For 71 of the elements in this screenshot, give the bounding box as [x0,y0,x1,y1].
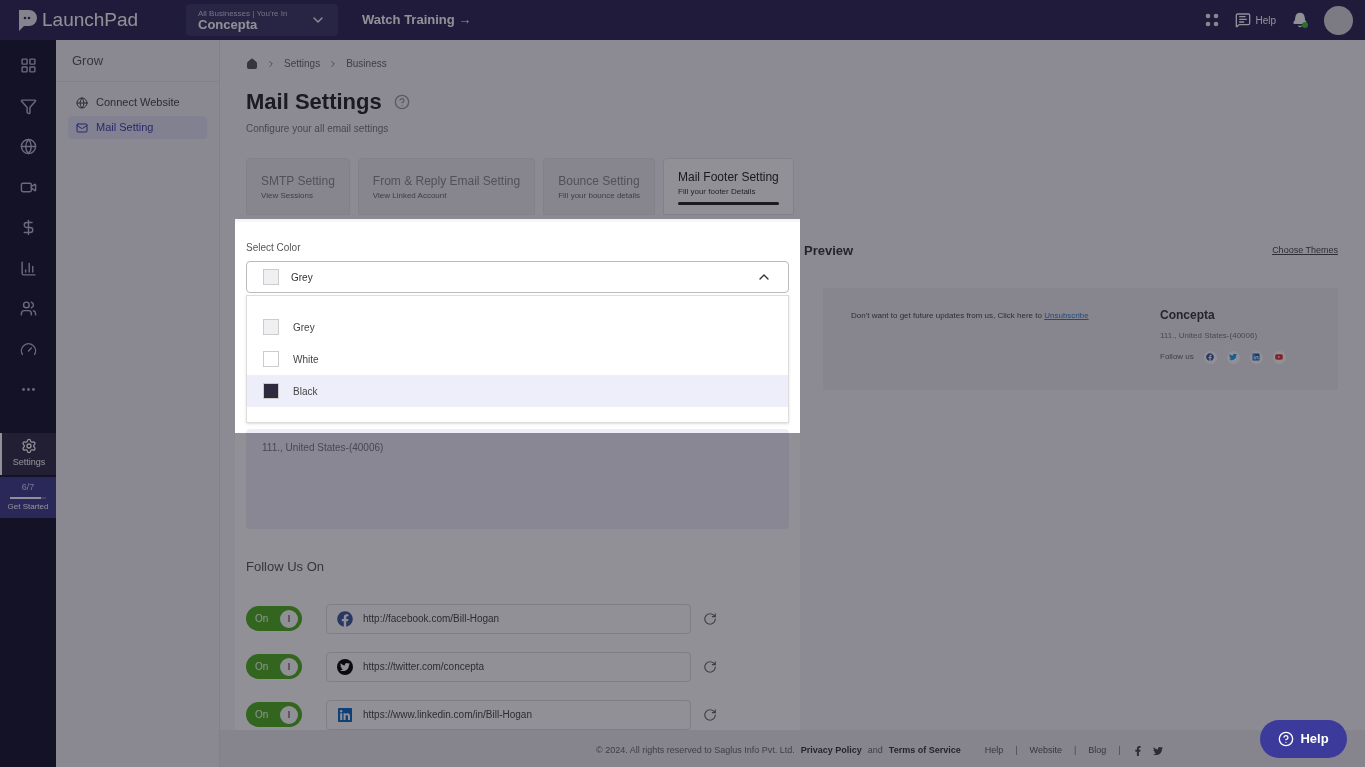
help-chat-button[interactable]: Help [1260,720,1347,758]
footer-link[interactable]: Blog [1088,743,1107,758]
refresh-icon[interactable] [703,611,717,626]
facebook-icon [1206,353,1215,361]
field-label: Select Color [246,241,302,255]
linkedin-icon [337,706,353,723]
settings-tab[interactable]: Mail Footer Setting Fill your footer Details [663,158,794,215]
sidebar-item[interactable]: Connect Website [68,91,207,114]
sidebar-item[interactable]: Mail Setting [68,116,207,139]
dropdown-option[interactable]: White [247,343,788,375]
bell-icon[interactable] [1292,12,1308,28]
globe-icon [76,96,88,109]
separator: | [1118,743,1121,757]
privacy-link[interactable]: Privacy Policy [800,743,862,758]
page-title: Mail Settings [246,88,382,116]
help-icon[interactable] [393,93,410,110]
app-logo-text: LaunchPad [42,7,139,32]
gear-icon [21,437,37,454]
apps-icon[interactable] [1205,13,1220,27]
color-select[interactable]: Grey [246,261,789,293]
progress-count: 6/7 [21,481,35,495]
choose-themes-link[interactable]: Choose Themes [1272,244,1338,258]
mail-icon [76,121,88,134]
progress-label: Get Started [7,500,49,513]
help-icon [1278,731,1295,747]
toggle-switch[interactable]: On [246,606,302,631]
business-switcher[interactable]: All Businesses | You're In Concepta [186,4,338,36]
url-field[interactable]: http://facebook.com/Bill-Hogan [326,603,691,634]
chevron-right-icon [266,58,276,69]
settings-nav-item[interactable]: Settings [0,432,56,475]
sidebar-title: Grow [72,51,104,70]
refresh-icon[interactable] [703,659,717,674]
logo-icon [16,8,38,32]
play-icon [1275,353,1284,361]
bird-icon[interactable] [1152,745,1163,756]
progress-card[interactable]: 6/7 Get Started [0,476,56,518]
refresh-icon[interactable] [703,707,717,722]
footer-link[interactable]: Website [1029,743,1062,758]
terms-link[interactable]: Terms of Service [888,743,961,758]
avatar[interactable] [1324,5,1353,35]
watch-training-link[interactable]: Watch Training → [362,10,472,30]
copyright-text: © 2024. All rights reserved to Saglus Info Pvt. Ltd. [596,743,795,757]
linkedin-icon [1252,353,1261,361]
preview-title: Preview [804,242,854,260]
facebook-icon [337,610,353,627]
address-field[interactable]: 111., United States-(40006) [246,429,789,529]
conjunction-text: and [867,743,883,757]
switcher-caption: All Businesses | You're In [198,9,288,18]
separator: | [1015,743,1018,757]
breadcrumb-link[interactable]: Business [346,56,387,71]
toggle-switch[interactable]: On [246,654,302,679]
url-field[interactable]: https://www.linkedin.com/in/Bill-Hogan [326,699,691,730]
section-title: Follow Us On [246,558,326,576]
switcher-value: Concepta [198,17,258,31]
toggle-switch[interactable]: On [246,702,302,727]
separator: | [1073,743,1077,757]
home-icon[interactable] [246,57,258,70]
chat-icon [1235,12,1252,28]
breadcrumb-link[interactable]: Settings [284,56,321,71]
dropdown-option[interactable]: Black [247,375,788,407]
footer-link[interactable]: Help [984,743,1004,758]
url-field[interactable]: https://twitter.com/concepta [326,651,691,682]
unsubscribe-link[interactable]: Unsubscribe [1044,310,1089,320]
dropdown-option[interactable]: Grey [247,311,788,343]
bird-icon [337,658,353,675]
page-subtitle: Configure your all email settings [246,122,390,136]
company-name: Concepta [1160,306,1216,324]
help-button[interactable]: Help [1235,12,1276,28]
bird-icon [1229,353,1238,361]
unsubscribe-text: Don't want to get future updates from us, Click here to Unsubscribe [851,309,1090,322]
facebook-icon[interactable] [1132,745,1143,756]
